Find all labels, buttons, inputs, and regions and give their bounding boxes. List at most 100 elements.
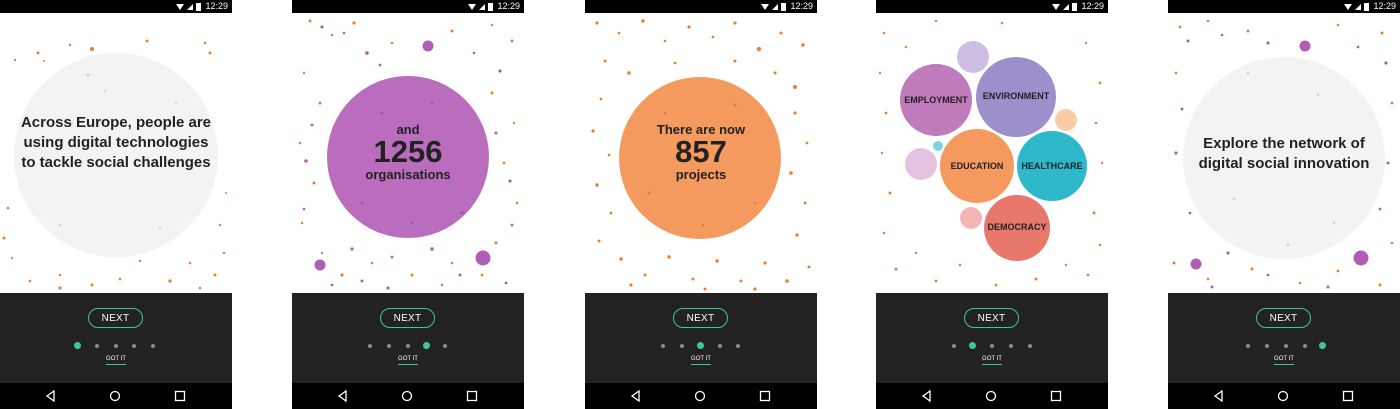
got-it-link[interactable]: GOT IT (0, 356, 232, 365)
android-nav-bar (0, 383, 232, 409)
recents-icon[interactable] (1050, 390, 1062, 402)
status-icons (759, 2, 789, 13)
topic-label-environment: ENVIRONMENT (982, 91, 1050, 101)
status-bar: 12:29 (292, 0, 524, 13)
status-bar: 12:29 (1168, 0, 1400, 13)
intro-line: using digital technologies (23, 134, 209, 151)
pager-dot[interactable] (1284, 344, 1288, 348)
pager-dot[interactable] (1319, 342, 1326, 349)
phone-screen-1: 12:29 Across Europe, people are using di… (0, 0, 232, 409)
onboarding-panel: NEXT GOT IT (292, 293, 524, 383)
explore-line: digital social innovation (1198, 155, 1370, 172)
home-icon[interactable] (109, 390, 121, 402)
android-nav-bar (876, 383, 1108, 409)
status-time: 12:29 (790, 1, 813, 11)
pager-dot[interactable] (114, 344, 118, 348)
topic-label-employment: EMPLOYMENT (904, 95, 968, 105)
next-button[interactable]: NEXT (673, 308, 728, 328)
onboarding-panel: NEXT GOT IT (0, 293, 232, 383)
home-icon[interactable] (401, 390, 413, 402)
back-icon[interactable] (630, 390, 642, 402)
got-it-link[interactable]: GOT IT (292, 356, 524, 365)
onboarding-panel: NEXT GOT IT (585, 293, 817, 383)
recents-icon[interactable] (174, 390, 186, 402)
wifi-signal-battery-icon (176, 3, 201, 11)
got-it-link[interactable]: GOT IT (1168, 356, 1400, 365)
next-button[interactable]: NEXT (1256, 308, 1311, 328)
pager-dot[interactable] (1265, 344, 1269, 348)
pager-dot[interactable] (661, 344, 665, 348)
explore-text: Explore the network of digital social in… (1168, 134, 1400, 174)
pager-dot[interactable] (990, 344, 994, 348)
pager-dot[interactable] (697, 342, 704, 349)
topic-label-education: EDUCATION (950, 161, 1004, 171)
next-button[interactable]: NEXT (964, 308, 1019, 328)
stat-suffix: projects (675, 167, 727, 182)
pager-dot[interactable] (387, 344, 391, 348)
intro-line: to tackle social challenges (21, 154, 211, 171)
got-it-label: GOT IT (982, 356, 1002, 365)
home-icon[interactable] (694, 390, 706, 402)
projects-text: There are now 857 projects (585, 122, 817, 182)
pager-dot[interactable] (736, 344, 740, 348)
home-icon[interactable] (1277, 390, 1289, 402)
back-icon[interactable] (921, 390, 933, 402)
topic-label-democracy: DEMOCRACY (987, 222, 1047, 232)
pager-dot[interactable] (969, 342, 976, 349)
next-button[interactable]: NEXT (88, 308, 143, 328)
pager-dot[interactable] (443, 344, 447, 348)
pager-dot[interactable] (1246, 344, 1250, 348)
status-bar: 12:29 (585, 0, 817, 13)
next-button[interactable]: NEXT (380, 308, 435, 328)
phone-screen-4: 12:29 EMPLOYMENT ENVIRONMENT EDUCATION H… (876, 0, 1108, 409)
pager-dot[interactable] (151, 344, 155, 348)
topic-label-healthcare: HEALTHCARE (1021, 161, 1083, 171)
pager-dot[interactable] (718, 344, 722, 348)
stat-number: 857 (675, 134, 727, 169)
back-icon[interactable] (45, 390, 57, 402)
pager-dots (585, 342, 817, 350)
phone-screen-2: 12:29 and 1256 organisations NEXT GOT IT (292, 0, 524, 409)
wifi-signal-battery-icon (468, 3, 493, 11)
pager-dot[interactable] (406, 344, 410, 348)
got-it-label: GOT IT (398, 356, 418, 365)
home-icon[interactable] (985, 390, 997, 402)
recents-icon[interactable] (759, 390, 771, 402)
pager-dot[interactable] (952, 344, 956, 348)
pager-dot[interactable] (680, 344, 684, 348)
status-icons (466, 2, 496, 13)
status-time: 12:29 (497, 1, 520, 11)
got-it-label: GOT IT (1274, 356, 1294, 365)
android-nav-bar (292, 383, 524, 409)
pager-dots (0, 342, 232, 350)
pager-dot[interactable] (132, 344, 136, 348)
got-it-link[interactable]: GOT IT (585, 356, 817, 365)
status-icons (174, 2, 204, 13)
back-icon[interactable] (337, 390, 349, 402)
pager-dot[interactable] (95, 344, 99, 348)
status-time: 12:29 (205, 1, 228, 11)
phone-screen-5: 12:29 Explore the network of digital soc… (1168, 0, 1400, 409)
pager-dot[interactable] (1028, 344, 1032, 348)
pager-dot[interactable] (1303, 344, 1307, 348)
back-icon[interactable] (1213, 390, 1225, 402)
intro-text: Across Europe, people are using digital … (0, 113, 232, 173)
status-time: 12:29 (1373, 1, 1396, 11)
explore-line: Explore the network of (1203, 135, 1365, 152)
android-nav-bar (585, 383, 817, 409)
wifi-signal-battery-icon (1344, 3, 1369, 11)
pager-dot[interactable] (74, 342, 81, 349)
recents-icon[interactable] (1342, 390, 1354, 402)
onboarding-panel: NEXT GOT IT (876, 293, 1108, 383)
pager-dot[interactable] (1009, 344, 1013, 348)
phone-screen-3: 12:29 There are now 857 projects NEXT GO… (585, 0, 817, 409)
pager-dot[interactable] (368, 344, 372, 348)
status-icons (1342, 2, 1372, 13)
onboarding-panel: NEXT GOT IT (1168, 293, 1400, 383)
got-it-label: GOT IT (691, 356, 711, 365)
recents-icon[interactable] (466, 390, 478, 402)
pager-dots (1168, 342, 1400, 350)
pager-dot[interactable] (423, 342, 430, 349)
pager-dots (292, 342, 524, 350)
got-it-link[interactable]: GOT IT (876, 356, 1108, 365)
